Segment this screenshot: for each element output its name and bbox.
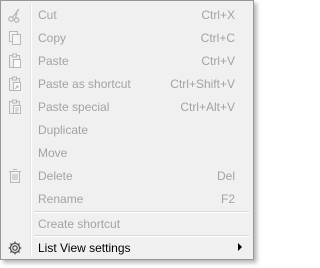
menu-item-paste[interactable]: Paste Ctrl+V bbox=[2, 49, 252, 72]
menu-item-shortcut: Ctrl+C bbox=[200, 31, 235, 45]
context-menu: Cut Ctrl+X Copy Ctrl+C Paste Ctrl+V Past… bbox=[0, 0, 254, 260]
menu-item-label: Move bbox=[38, 146, 68, 160]
paste-special-icon bbox=[6, 98, 23, 115]
trash-icon bbox=[6, 167, 23, 184]
menu-item-list-view-settings[interactable]: List View settings bbox=[2, 236, 252, 259]
menu-item-label: Cut bbox=[38, 8, 57, 22]
menu-item-delete[interactable]: Delete Del bbox=[2, 164, 252, 187]
menu-item-duplicate[interactable]: Duplicate bbox=[2, 118, 252, 141]
menu-item-label: List View settings bbox=[38, 241, 131, 255]
menu-item-shortcut: Ctrl+Alt+V bbox=[180, 100, 235, 114]
menu-item-label: Rename bbox=[38, 192, 84, 206]
paste-icon bbox=[6, 52, 23, 69]
menu-item-label: Copy bbox=[38, 31, 67, 45]
menu-item-shortcut: F2 bbox=[220, 192, 235, 206]
menu-item-rename[interactable]: Rename F2 bbox=[2, 187, 252, 210]
menu-item-label: Create shortcut bbox=[38, 217, 121, 231]
menu-item-label: Paste as shortcut bbox=[38, 77, 131, 91]
menu-item-label: Paste bbox=[38, 54, 69, 68]
menu-item-paste-special[interactable]: Paste special Ctrl+Alt+V bbox=[2, 95, 252, 118]
menu-item-create-shortcut[interactable]: Create shortcut bbox=[2, 212, 252, 235]
menu-item-shortcut: Ctrl+Shift+V bbox=[170, 77, 235, 91]
menu-item-shortcut: Ctrl+V bbox=[201, 54, 235, 68]
menu-item-label: Delete bbox=[38, 169, 73, 183]
paste-shortcut-icon bbox=[6, 75, 23, 92]
menu-item-label: Paste special bbox=[38, 100, 110, 114]
copy-icon bbox=[6, 29, 23, 46]
menu-item-shortcut: Ctrl+X bbox=[201, 8, 235, 22]
menu-item-copy[interactable]: Copy Ctrl+C bbox=[2, 26, 252, 49]
menu-item-label: Duplicate bbox=[38, 123, 89, 137]
menu-item-cut[interactable]: Cut Ctrl+X bbox=[2, 3, 252, 26]
submenu-arrow-icon bbox=[238, 243, 242, 251]
menu-item-paste-as-shortcut[interactable]: Paste as shortcut Ctrl+Shift+V bbox=[2, 72, 252, 95]
menu-item-move[interactable]: Move bbox=[2, 141, 252, 164]
scissors-icon bbox=[6, 6, 23, 23]
gear-icon bbox=[6, 239, 23, 256]
menu-item-shortcut: Del bbox=[216, 169, 235, 183]
